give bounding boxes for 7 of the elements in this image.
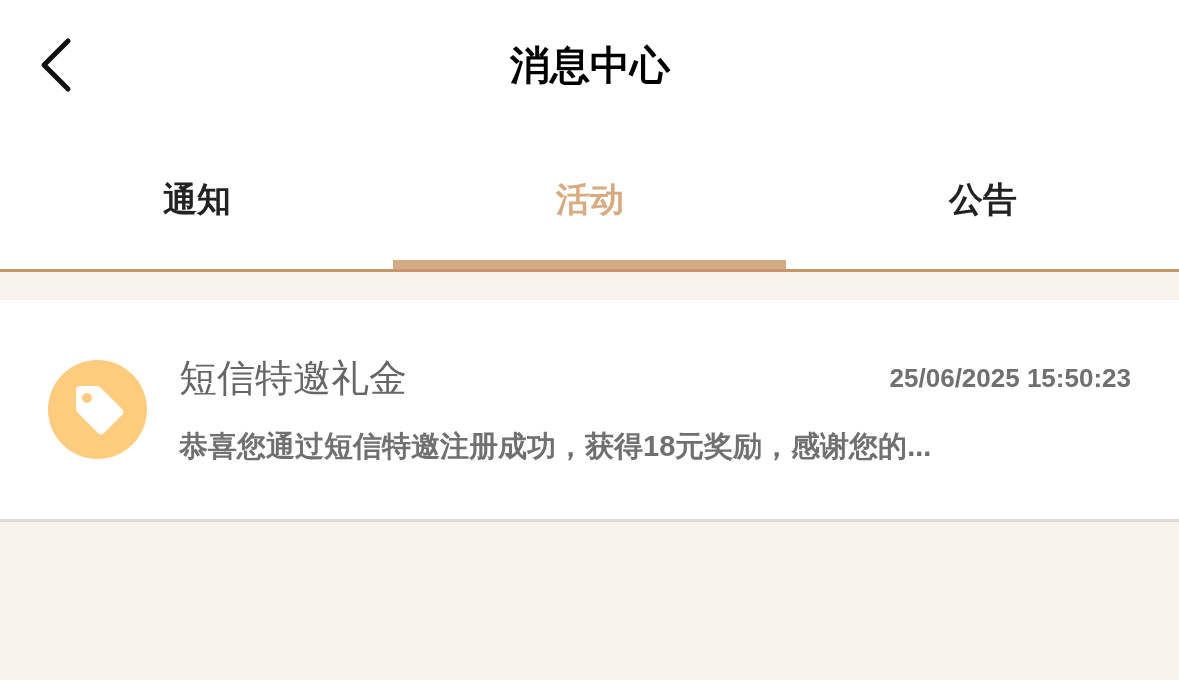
page-title: 消息中心 — [509, 42, 670, 89]
tab[interactable]: 通知 — [0, 130, 393, 269]
tab[interactable]: 公告 — [786, 130, 1179, 269]
message-time: 25/06/2025 15:50:23 — [889, 362, 1131, 396]
message-card[interactable]: 短信特邀礼金 25/06/2025 15:50:23 恭喜您通过短信特邀注册成功，获得18元奖励，感谢您的... — [0, 300, 1179, 522]
message-title: 短信特邀礼金 — [179, 356, 407, 402]
message-preview: 恭喜您通过短信特邀注册成功，获得18元奖励，感谢您的... — [179, 429, 933, 465]
